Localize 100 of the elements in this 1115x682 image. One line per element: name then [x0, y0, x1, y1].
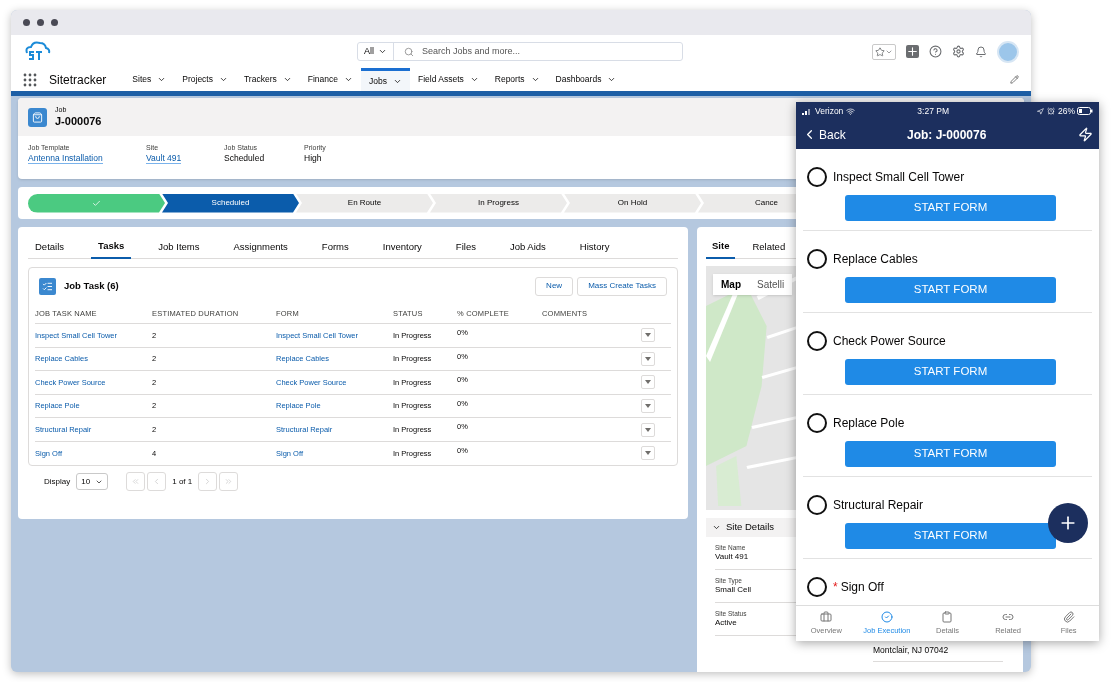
card-button[interactable]: Mass Create Tasks	[577, 276, 667, 296]
record-tab[interactable]: Details	[28, 235, 72, 259]
caret-icon	[607, 75, 617, 84]
settings-icon[interactable]	[952, 45, 965, 58]
task-name: Check Power Source	[833, 333, 946, 350]
task-checkbox[interactable]	[807, 249, 827, 269]
path-stage[interactable]: Cance	[698, 193, 796, 213]
check-icon	[92, 198, 101, 208]
map-type-button[interactable]: Satelli	[749, 274, 793, 295]
chevron-icon	[712, 523, 721, 532]
task-checkbox[interactable]	[807, 167, 827, 187]
row-menu-button[interactable]	[641, 351, 655, 366]
row-menu-button[interactable]	[641, 399, 655, 414]
task-name: Structural Repair	[833, 497, 924, 514]
record-tab[interactable]: History	[572, 235, 617, 259]
record-tab[interactable]: Assignments	[226, 235, 295, 259]
side-tab[interactable]: Related	[746, 235, 792, 259]
nav-tab[interactable]: Field Assets	[409, 68, 487, 91]
field-value: Active	[715, 618, 738, 629]
caret-icon	[645, 451, 651, 456]
task-name: Replace Cables	[833, 251, 918, 268]
field-link[interactable]: Antenna Installation	[28, 152, 103, 165]
location-icon	[1037, 107, 1044, 115]
record-tab[interactable]: Forms	[314, 235, 356, 259]
task-checkbox[interactable]	[807, 413, 827, 433]
record-tab[interactable]: Tasks	[91, 235, 132, 259]
task-checkbox[interactable]	[807, 495, 827, 515]
start-form-button[interactable]: START FORM	[845, 441, 1056, 467]
map-type-button[interactable]: Map	[713, 274, 749, 295]
start-form-button[interactable]: START FORM	[845, 523, 1056, 549]
page-indicator: 1 of 1	[172, 475, 193, 488]
caret-icon	[645, 404, 651, 409]
field-value: Vault 491	[715, 552, 750, 563]
row-menu-button[interactable]	[641, 422, 655, 437]
record-tab[interactable]: Inventory	[375, 235, 429, 259]
path-stage[interactable]: Scheduled	[162, 193, 299, 213]
field-value: Scheduled	[224, 152, 266, 164]
address-text: Montclair, NJ 07042	[873, 644, 950, 657]
caret-icon	[530, 75, 540, 84]
nav-tab[interactable]: Projects	[174, 68, 236, 91]
help-icon[interactable]	[929, 45, 942, 58]
first-page-icon	[131, 477, 141, 487]
caret-icon	[645, 356, 651, 361]
battery-text: 26%	[1058, 104, 1075, 118]
clock-text: 3:27 PM	[917, 104, 949, 118]
add-button[interactable]	[1048, 503, 1088, 543]
task-name: Replace Pole	[833, 415, 905, 432]
app-name: Sitetracker	[49, 71, 107, 89]
nav-tab[interactable]: Reports	[486, 68, 548, 91]
lightning-icon[interactable]	[1078, 127, 1093, 142]
caret-icon	[157, 75, 167, 84]
nav-tab[interactable]: Finance	[299, 68, 361, 91]
caret-icon	[378, 47, 387, 56]
caret-icon	[645, 380, 651, 385]
required-marker: *	[833, 579, 838, 596]
search-field[interactable]: Search Jobs and more...	[422, 44, 682, 59]
path-stage[interactable]: On Hold	[564, 193, 701, 213]
carrier-text: Verizon	[815, 104, 844, 118]
favorites-button[interactable]	[872, 43, 896, 60]
row-menu-button[interactable]	[641, 446, 655, 461]
search-scope-dropdown[interactable]: All	[358, 43, 394, 60]
nav-tab[interactable]: Trackers	[236, 68, 300, 91]
nav-tab[interactable]: Dashboards	[547, 68, 625, 91]
record-title: J-000076	[55, 114, 102, 129]
check-icon	[880, 610, 893, 623]
alarm-icon	[1047, 107, 1055, 115]
path-stage[interactable]: En Route	[296, 193, 433, 213]
task-checkbox[interactable]	[807, 331, 827, 351]
card-button[interactable]: New	[535, 276, 574, 296]
back-button[interactable]: Back	[802, 125, 846, 144]
caret-icon	[469, 75, 479, 84]
nav-tab[interactable]: Jobs	[361, 68, 410, 91]
briefcase-icon	[820, 610, 833, 623]
bell-icon[interactable]	[975, 45, 987, 58]
cloud-logo-icon[interactable]	[23, 40, 51, 63]
nav-tab[interactable]: Sites	[124, 68, 175, 91]
caret-icon	[282, 75, 292, 84]
record-tab[interactable]: Job Items	[151, 235, 207, 259]
page-size-select[interactable]: 10	[76, 473, 109, 491]
start-form-button[interactable]: START FORM	[845, 359, 1056, 385]
record-tab[interactable]: Job Aids	[502, 235, 553, 259]
section-header[interactable]: Site Details	[706, 518, 797, 537]
add-icon[interactable]	[906, 45, 919, 58]
start-form-button[interactable]: START FORM	[845, 195, 1056, 221]
path-stage[interactable]: In Progress	[430, 193, 567, 213]
app-launcher-icon[interactable]	[23, 72, 37, 87]
task-name: Inspect Small Cell Tower	[833, 169, 965, 186]
row-menu-button[interactable]	[641, 328, 655, 343]
signal-icon	[802, 107, 812, 115]
side-tab[interactable]: Site	[706, 235, 736, 259]
last-page-icon	[224, 477, 234, 487]
start-form-button[interactable]: START FORM	[845, 277, 1056, 303]
search-bar[interactable]: All Search Jobs and more...	[357, 42, 683, 61]
record-tab[interactable]: Files	[448, 235, 483, 259]
row-menu-button[interactable]	[641, 375, 655, 390]
clipboard-icon	[941, 610, 954, 623]
display-label: Display	[44, 475, 71, 488]
field-value: Small Cell	[715, 585, 752, 596]
task-checkbox[interactable]	[807, 577, 827, 597]
field-link[interactable]: Vault 491	[146, 152, 182, 165]
